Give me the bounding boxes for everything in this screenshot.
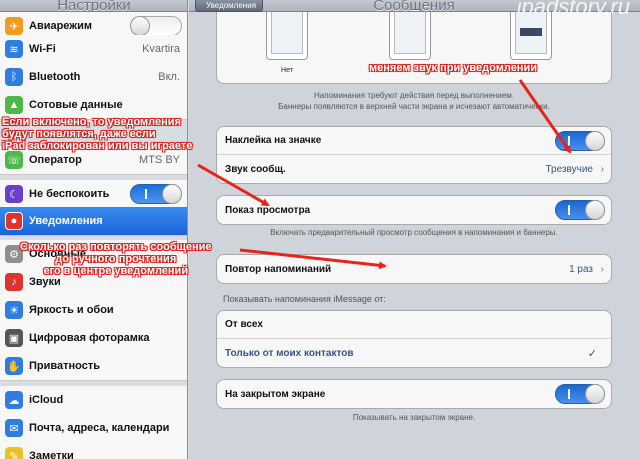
annotation-sound: меняем звук при уведомлении	[369, 62, 537, 74]
sound-value: Трезвучие	[545, 163, 594, 175]
imessage-section-header: Показывать напоминания iMessage от:	[223, 294, 386, 304]
sidebar-item-label: Звуки	[29, 276, 61, 288]
sidebar-item-label: Почта, адреса, календари	[29, 422, 170, 434]
sidebar-item-label: Сотовые данные	[29, 99, 123, 111]
preview-group: Показ просмотра	[216, 195, 612, 225]
lock-screen-group: На закрытом экране	[216, 379, 612, 409]
chevron-right-icon: ›	[600, 263, 604, 275]
airplane-toggle[interactable]	[130, 16, 182, 36]
badge-sound-group: Наклейка на значке Звук сообщ. Трезвучие…	[216, 126, 612, 184]
sidebar-item-mail[interactable]: ✉ Почта, адреса, календари	[0, 414, 187, 443]
do-not-disturb-toggle[interactable]	[130, 184, 182, 204]
lock-screen-toggle[interactable]	[555, 384, 605, 404]
sidebar-item-brightness[interactable]: ☀ Яркость и обои	[0, 296, 187, 325]
sidebar-item-label: Не беспокоить	[29, 188, 110, 200]
annotation-repeat: Сколько раз повторять сообщение до ручно…	[20, 241, 212, 277]
settings-sidebar: Настройки ✈ Авиарежим ≋ Wi-Fi Kvartira ᛒ…	[0, 0, 188, 459]
sun-icon: ☀	[5, 301, 23, 319]
moon-icon: ☾	[5, 185, 23, 203]
sidebar-item-bluetooth[interactable]: ᛒ Bluetooth Вкл.	[0, 63, 187, 92]
picture-frame-icon: ▣	[5, 329, 23, 347]
chevron-right-icon: ›	[600, 163, 604, 175]
alert-style-banners[interactable]	[389, 12, 431, 60]
repeat-value: 1 раз	[569, 263, 593, 275]
bluetooth-icon: ᛒ	[5, 68, 23, 86]
sidebar-item-do-not-disturb[interactable]: ☾ Не беспокоить	[0, 180, 187, 209]
sidebar-item-label: Wi-Fi	[29, 43, 56, 55]
badge-toggle[interactable]	[555, 130, 605, 151]
sidebar-header: Настройки	[0, 0, 187, 14]
alert-style-footnote: Напоминания требуют действия перед выпол…	[278, 91, 550, 111]
badge-label: Наклейка на значке	[225, 135, 322, 146]
carrier-icon: ☏	[5, 151, 23, 169]
alert-style-none[interactable]	[266, 12, 308, 60]
annotation-badge: Если включено, то уведомления будут появ…	[2, 116, 193, 152]
main-header: Уведомления Сообщения ipadstory.ru	[189, 0, 640, 19]
mail-icon: ✉	[5, 419, 23, 437]
bluetooth-value: Вкл.	[158, 71, 180, 83]
alert-style-alerts[interactable]	[510, 12, 552, 60]
preview-toggle[interactable]	[555, 200, 605, 220]
lock-screen-footnote: Показывать на закрытом экране.	[352, 413, 476, 422]
cellular-icon: ▲	[5, 96, 23, 114]
notes-icon: ✎	[5, 447, 23, 459]
sidebar-item-icloud[interactable]: ☁ iCloud	[0, 386, 187, 415]
sidebar-item-label: Приватность	[29, 360, 100, 372]
lock-screen-label: На закрытом экране	[225, 388, 326, 400]
sidebar-item-label: Заметки	[29, 450, 74, 459]
repeat-group: Повтор напоминаний 1 раз ›	[216, 254, 612, 284]
sidebar-item-notes[interactable]: ✎ Заметки	[0, 442, 187, 459]
from-all-option[interactable]: От всех	[217, 311, 611, 339]
carrier-value: MTS BY	[139, 154, 180, 166]
sidebar-item-label: Яркость и обои	[29, 304, 114, 316]
back-button[interactable]: Уведомления	[195, 0, 264, 12]
sidebar-item-wifi[interactable]: ≋ Wi-Fi Kvartira	[0, 35, 187, 64]
sidebar-item-label: Оператор	[29, 154, 82, 166]
airplane-icon: ✈	[5, 17, 23, 35]
lock-screen-row[interactable]: На закрытом экране	[217, 380, 611, 408]
hand-icon: ✋	[5, 357, 23, 375]
preview-row[interactable]: Показ просмотра	[217, 196, 611, 224]
sound-row[interactable]: Звук сообщ. Трезвучие ›	[217, 155, 611, 183]
preview-footnote: Включать предварительный просмотр сообще…	[270, 228, 558, 237]
badge-row[interactable]: Наклейка на значке	[217, 127, 611, 155]
sidebar-item-label: Bluetooth	[29, 71, 81, 83]
repeat-label: Повтор напоминаний	[225, 263, 332, 275]
from-contacts-label: Только от моих контактов	[225, 347, 354, 359]
from-contacts-option[interactable]: Только от моих контактов ✓	[217, 339, 611, 367]
sound-label: Звук сообщ.	[225, 163, 286, 175]
wifi-icon: ≋	[5, 40, 23, 58]
sidebar-item-privacy[interactable]: ✋ Приватность	[0, 352, 187, 381]
imessage-from-group: От всех Только от моих контактов ✓	[216, 310, 612, 368]
wifi-network-value: Kvartira	[142, 43, 180, 55]
sidebar-item-label: Цифровая фоторамка	[29, 332, 150, 344]
checkmark-icon: ✓	[587, 347, 597, 360]
sidebar-item-label: iCloud	[29, 394, 64, 406]
sidebar-item-label: Уведомления	[29, 215, 103, 227]
sidebar-item-label: Авиарежим	[29, 20, 92, 32]
sidebar-item-picture-frame[interactable]: ▣ Цифровая фоторамка	[0, 324, 187, 353]
from-all-label: От всех	[225, 319, 263, 330]
repeat-row[interactable]: Повтор напоминаний 1 раз ›	[217, 255, 611, 283]
sidebar-item-notifications[interactable]: ● Уведомления	[0, 207, 187, 236]
notifications-icon: ●	[5, 212, 23, 230]
preview-label: Показ просмотра	[225, 204, 311, 216]
cloud-icon: ☁	[5, 391, 23, 409]
alert-style-label: Нет	[281, 67, 293, 74]
